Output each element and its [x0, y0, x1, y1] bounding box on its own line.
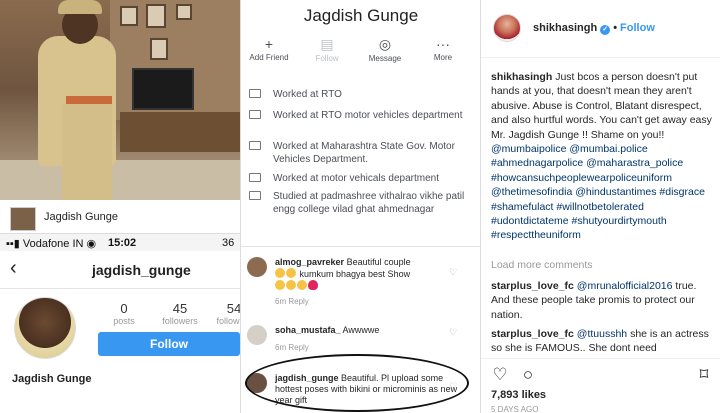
stat-posts: 0 posts [113, 301, 135, 326]
briefcase-icon [249, 110, 261, 119]
follow-fb-label: Follow [315, 54, 339, 63]
post-timestamp: 5 DAYS AGO [491, 405, 539, 413]
ig-profile-section: 0 posts 45 followers 54 following Follow… [0, 289, 240, 413]
comment-user[interactable]: almog_pavreker [275, 257, 344, 267]
heart-emoji-icon [308, 280, 318, 290]
caption-user[interactable]: shikhasingh [491, 71, 552, 83]
heart-icon[interactable]: ♡ [449, 267, 457, 278]
like-heart-icon[interactable]: ♡ [489, 365, 511, 385]
fb-name-strip: Jagdish Gunge [0, 203, 240, 233]
verified-badge-icon: ✓ [600, 25, 611, 35]
avatar [14, 297, 76, 359]
more-label: More [433, 53, 453, 62]
graduation-cap-icon [249, 191, 261, 200]
list-item: Worked at RTO motor vehicles department [249, 109, 477, 122]
comment: starplus_love_fc @ttuusshh she is an act… [491, 327, 717, 356]
status-time: 15:02 [108, 237, 137, 249]
add-friend-button[interactable]: + Add Friend [241, 36, 297, 62]
profile-photo [0, 0, 240, 200]
smile-emoji-icon [286, 268, 296, 278]
avatar[interactable] [493, 14, 521, 42]
list-item: Worked at Maharashtra State Gov. Motor V… [249, 140, 477, 166]
follow-link[interactable]: Follow [620, 22, 655, 34]
heart-icon[interactable]: ♡ [449, 327, 457, 338]
list-item: Studied at padmashree vithalrao vikhe pa… [249, 190, 477, 216]
back-arrow-icon[interactable]: ‹ [10, 257, 17, 280]
bookmark-icon[interactable]: ⌑ [693, 365, 715, 385]
briefcase-icon [249, 141, 261, 150]
phone-status-bar: ▪▪▮ Vodafone IN ◉ 15:02 36 [0, 233, 240, 251]
caption-tags[interactable]: @mumbaipolice @mumbai.police #ahmednagar… [491, 143, 705, 241]
profile-name: Jagdish Gunge [12, 373, 92, 385]
right-panel: shikhasingh ✓ • Follow shikhasingh Just bco… [480, 0, 720, 413]
comment: starplus_love_fc @mrunalofficial2016 tru… [491, 279, 717, 322]
ig-profile-header: ‹ jagdish_gunge [0, 251, 240, 289]
left-panel: Jagdish Gunge ▪▪▮ Vodafone IN ◉ 15:02 36… [0, 0, 240, 413]
post-username[interactable]: shikhasingh [533, 22, 597, 34]
comment-user[interactable]: starplus_love_fc [491, 328, 574, 340]
fb-thumbnail [10, 207, 36, 231]
comment-user[interactable]: soha_mustafa_ [275, 325, 341, 335]
messenger-icon: ◎ [378, 36, 392, 52]
more-button[interactable]: ··· More [415, 36, 471, 62]
message-button[interactable]: ◎ Message [357, 36, 413, 63]
post-header: shikhasingh ✓ • Follow [481, 0, 720, 58]
comment-mention[interactable]: @mrunalofficial2016 [577, 280, 673, 292]
highlight-circle [245, 354, 469, 412]
smile-emoji-icon [286, 280, 296, 290]
smile-emoji-icon [297, 280, 307, 290]
add-friend-icon: + [264, 36, 274, 52]
separator-dot: • [613, 22, 618, 34]
comment-text-2: kumkum bhagya best Show [299, 269, 411, 279]
stat-followers[interactable]: 45 followers [156, 301, 204, 326]
follow-icon: ▤ [320, 36, 334, 52]
comment-meta[interactable]: 6m Reply [275, 297, 309, 306]
comment-bubble-icon[interactable]: ○ [517, 365, 539, 385]
follow-button[interactable]: Follow [98, 332, 240, 356]
load-more-comments-link[interactable]: Load more comments [491, 259, 593, 271]
page-title: Jagdish Gunge [303, 6, 419, 25]
comment-text: Awwwwe [342, 325, 380, 335]
comment-mention[interactable]: @ttuusshh [577, 328, 627, 340]
follow-fb-button[interactable]: ▤ Follow [299, 36, 355, 63]
middle-panel: Jagdish Gunge + Add Friend ▤ Follow ◎ Me… [240, 0, 480, 413]
add-friend-label: Add Friend [249, 53, 289, 62]
list-item: Worked at motor vehicals department [249, 172, 477, 185]
smile-emoji-icon [275, 268, 285, 278]
post-action-bar: ♡ ○ ⌑ [481, 358, 720, 388]
battery-level: 36 [222, 237, 235, 249]
post-caption: shikhasingh Just bcos a person doesn't p… [491, 70, 717, 243]
likes-count[interactable]: 7,893 likes [491, 389, 546, 401]
stat-following[interactable]: 54 following [210, 301, 240, 326]
carrier-label: ▪▪▮ Vodafone IN ◉ [6, 238, 97, 250]
ig-username: jagdish_gunge [92, 262, 191, 278]
screenshot-collage: Jagdish Gunge ▪▪▮ Vodafone IN ◉ 15:02 36… [0, 0, 720, 413]
fb-action-bar: + Add Friend ▤ Follow ◎ Message ··· More [241, 36, 480, 68]
comment-text: Beautiful couple [346, 257, 411, 267]
briefcase-icon [249, 89, 261, 98]
message-label: Message [368, 54, 402, 63]
more-icon: ··· [436, 36, 450, 52]
fb-name: Jagdish Gunge [44, 211, 118, 223]
list-item: Worked at RTO [249, 88, 477, 101]
avatar [247, 325, 267, 345]
comment-user[interactable]: starplus_love_fc [491, 280, 574, 292]
briefcase-icon [249, 173, 261, 182]
avatar [247, 257, 267, 277]
comment-meta[interactable]: 6m Reply [275, 343, 309, 352]
smile-emoji-icon [275, 280, 285, 290]
